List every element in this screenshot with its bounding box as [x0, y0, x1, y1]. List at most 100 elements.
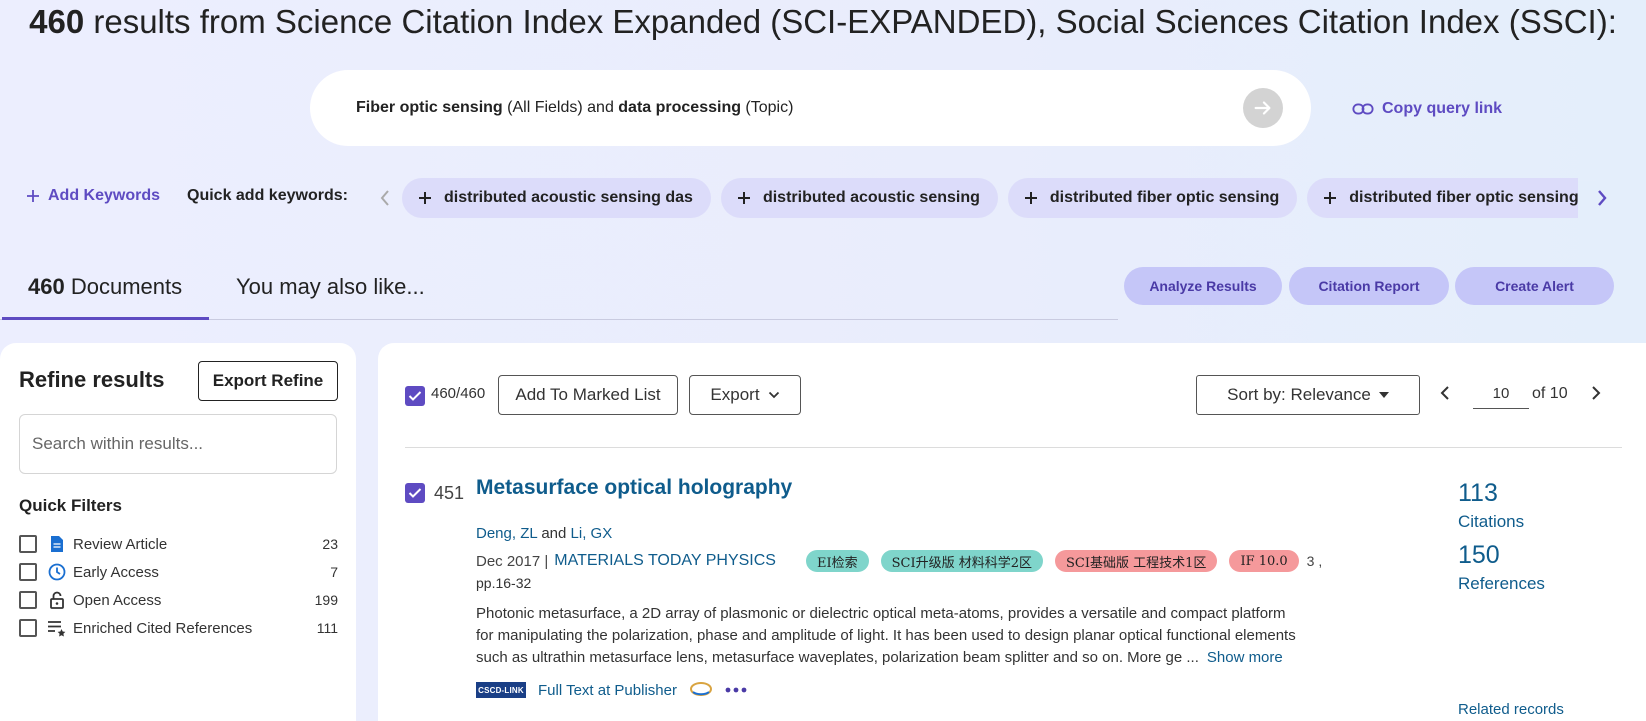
keyword-chip[interactable]: distributed acoustic sensing das	[402, 178, 711, 218]
query-term-2: data processing	[618, 99, 741, 116]
export-label: Export	[710, 385, 760, 404]
keywords-prev-button[interactable]	[374, 186, 396, 210]
chevron-left-icon	[380, 190, 389, 206]
caret-down-icon	[1378, 392, 1389, 398]
chevron-down-icon	[768, 391, 779, 399]
select-all-checkbox[interactable]	[405, 386, 425, 406]
results-count: 460	[29, 3, 85, 40]
export-refine-button[interactable]: Export Refine	[198, 361, 338, 401]
keyword-chip-label: distributed fiber optic sensing	[1349, 189, 1578, 206]
query-box[interactable]: Fiber optic sensing (All Fields) and dat…	[310, 70, 1311, 146]
plus-icon	[1324, 192, 1337, 204]
add-keywords-button[interactable]: Add Keywords	[26, 187, 160, 205]
references-label: References	[1458, 574, 1545, 593]
filter-open-access[interactable]: Open Access 199	[19, 589, 338, 611]
plus-icon	[737, 192, 750, 204]
record-title-link[interactable]: Metasurface optical holography	[476, 476, 792, 500]
page-next-button[interactable]	[1591, 385, 1601, 406]
keyword-chip-label: distributed acoustic sensing	[762, 189, 980, 206]
add-to-marked-list-label: Add To Marked List	[515, 385, 661, 404]
filter-label: Review Article	[73, 535, 168, 553]
documents-count: 460	[28, 274, 65, 299]
author-link[interactable]: Deng, ZL	[476, 525, 537, 542]
keyword-chip[interactable]: distributed acoustic sensing	[720, 178, 998, 218]
sort-select[interactable]: Sort by: Relevance	[1196, 375, 1420, 415]
record-pages: pp.16-32	[476, 575, 532, 591]
cscd-link-logo[interactable]: CSCD-LINK	[476, 682, 526, 698]
results-tabs: 460 Documents You may also like...	[0, 270, 1118, 320]
filter-review-article[interactable]: Review Article 23	[19, 533, 338, 555]
filter-enriched-cited-references[interactable]: Enriched Cited References 111	[19, 617, 338, 639]
full-text-link[interactable]: Full Text at Publisher	[538, 682, 677, 699]
journal-badge: EI检索	[805, 550, 869, 572]
show-more-link[interactable]: Show more	[1207, 649, 1283, 666]
filter-count: 111	[316, 620, 338, 636]
record-number: 451	[434, 483, 465, 503]
record-checkbox[interactable]	[405, 483, 425, 503]
filter-checkbox[interactable]	[19, 563, 37, 581]
plus-icon	[27, 190, 39, 202]
keyword-chip[interactable]: distributed fiber optic sensing	[1307, 178, 1578, 218]
copy-query-link-label: Copy query link	[1382, 100, 1503, 117]
toolbar-divider	[405, 447, 1622, 448]
more-options-icon[interactable]	[725, 687, 747, 693]
results-source-text: results from Science Citation Index Expa…	[84, 3, 1617, 40]
documents-label: Documents	[64, 274, 183, 299]
keyword-chip-label: distributed acoustic sensing das	[444, 189, 693, 206]
results-headline: 460 results from Science Citation Index …	[0, 0, 1646, 44]
chevron-right-icon	[1598, 190, 1607, 206]
filter-label: Early Access	[73, 563, 159, 581]
query-text: Fiber optic sensing (All Fields) and dat…	[356, 99, 793, 117]
sort-label: Sort by: Relevance	[1227, 385, 1371, 404]
journal-badge: SCI基础版 工程技术1区	[1055, 550, 1218, 572]
author-separator: and	[537, 525, 571, 542]
filter-checkbox[interactable]	[19, 619, 37, 637]
keywords-next-button[interactable]	[1590, 186, 1614, 210]
query-submit-button[interactable]	[1243, 88, 1283, 128]
related-records-link[interactable]: Related records	[1458, 701, 1564, 718]
add-to-marked-list-button[interactable]: Add To Marked List	[498, 375, 678, 415]
record-links: CSCD-LINK Full Text at Publisher	[476, 677, 747, 703]
analyze-results-button[interactable]: Analyze Results	[1124, 267, 1282, 305]
tab-you-may-also-like[interactable]: You may also like...	[236, 274, 425, 320]
record-abstract: Photonic metasurface, a 2D array of plas…	[476, 603, 1306, 669]
copy-query-link[interactable]: Copy query link	[1352, 98, 1502, 120]
keyword-chip-label: distributed fiber optic sensing	[1049, 189, 1280, 206]
library-icon[interactable]	[689, 680, 713, 700]
plus-icon	[1024, 192, 1037, 204]
list-star-icon	[47, 618, 67, 638]
clock-icon	[47, 562, 67, 582]
query-field-1: (All Fields) and	[502, 99, 619, 116]
journal-badge: SCI升级版 材料科学2区	[880, 550, 1044, 572]
filter-checkbox[interactable]	[19, 535, 37, 553]
quick-filters-title: Quick Filters	[19, 496, 122, 515]
page-prev-button[interactable]	[1440, 385, 1450, 406]
results-panel: 460/460 Add To Marked List Export Sort b…	[378, 343, 1646, 721]
chevron-left-icon	[1440, 386, 1449, 400]
filter-label: Enriched Cited References	[73, 619, 253, 637]
author-link[interactable]: Li, GX	[571, 525, 613, 542]
document-icon	[47, 534, 67, 554]
page-of-label: of 10	[1532, 385, 1568, 402]
quick-add-label: Quick add keywords:	[187, 187, 348, 204]
citation-report-button[interactable]: Citation Report	[1289, 267, 1449, 305]
unlock-icon	[47, 590, 67, 610]
create-alert-button[interactable]: Create Alert	[1455, 267, 1614, 305]
page-number-input[interactable]	[1473, 379, 1529, 409]
query-field-2: (Topic)	[740, 99, 794, 116]
filter-checkbox[interactable]	[19, 591, 37, 609]
export-button[interactable]: Export	[689, 375, 801, 415]
references-count-link[interactable]: 150	[1458, 541, 1500, 570]
journal-link[interactable]: MATERIALS TODAY PHYSICS	[554, 552, 776, 570]
plus-icon	[419, 192, 431, 204]
filter-early-access[interactable]: Early Access 7	[19, 561, 338, 583]
search-within-input[interactable]	[19, 414, 337, 474]
keyword-chip[interactable]: distributed fiber optic sensing	[1007, 178, 1298, 218]
record-volume: 3 ,	[1306, 553, 1323, 569]
citations-count-link[interactable]: 113	[1458, 479, 1498, 508]
filter-count: 199	[314, 592, 338, 608]
link-icon	[1352, 103, 1374, 115]
tab-documents[interactable]: 460 Documents	[2, 274, 209, 320]
arrow-right-icon	[1254, 101, 1271, 115]
refine-panel: Refine results Export Refine Quick Filte…	[0, 343, 356, 721]
